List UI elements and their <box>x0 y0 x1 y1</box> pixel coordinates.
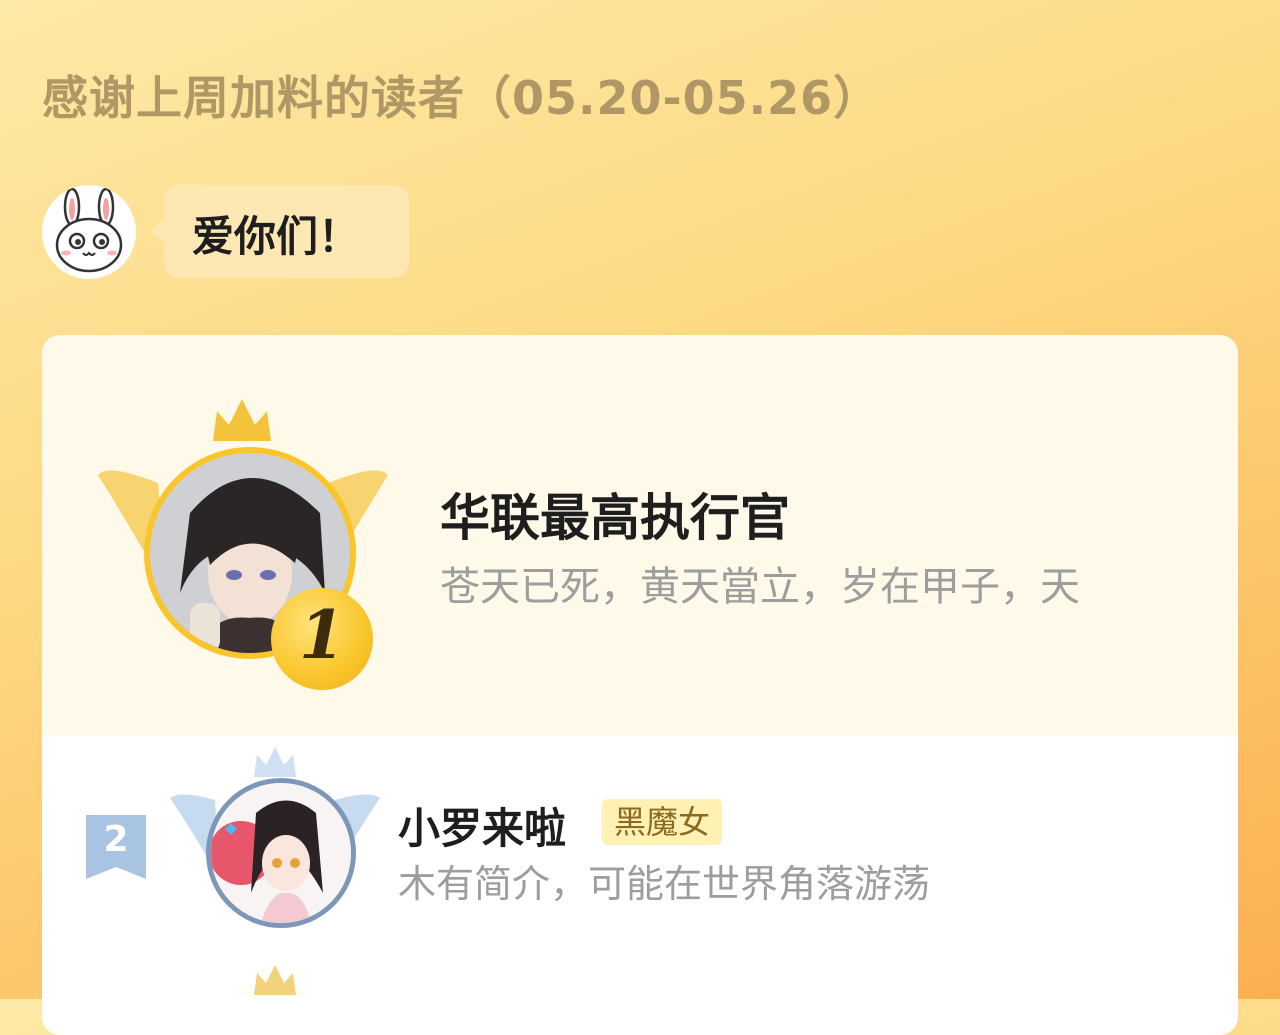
rank-number: 1 <box>299 596 345 674</box>
bunny-mascot-icon <box>42 185 136 279</box>
crown-icon <box>213 399 271 441</box>
rank-badge: 2 <box>86 815 146 879</box>
crown-icon <box>254 747 296 777</box>
avatar[interactable] <box>206 778 356 928</box>
reader-name[interactable]: 小罗来啦 <box>398 795 566 856</box>
page-title: 感谢上周加料的读者（05.20-05.26） <box>42 71 881 125</box>
bubble-text: 爱你们！ <box>192 212 361 261</box>
reader-bio: 木有简介，可能在世界角落游荡 <box>398 862 931 906</box>
list-item-rank-1[interactable]: 1 华联最高执行官 苍天已死，黄天當立，岁在甲子，天 <box>42 335 1238 735</box>
reader-bio: 苍天已死，黄天當立，岁在甲子，天 <box>440 564 1080 610</box>
reader-tag: 黑魔女 <box>602 799 723 845</box>
crown-icon <box>254 965 296 995</box>
reader-name[interactable]: 华联最高执行官 <box>440 478 790 550</box>
speech-bubble: 爱你们！ <box>150 185 409 278</box>
rank-number: 2 <box>103 819 129 860</box>
reader-list-panel: 1 华联最高执行官 苍天已死，黄天當立，岁在甲子，天 2 小罗来啦 黑魔女 木有… <box>42 335 1238 1035</box>
rank-badge: 1 <box>271 588 373 690</box>
